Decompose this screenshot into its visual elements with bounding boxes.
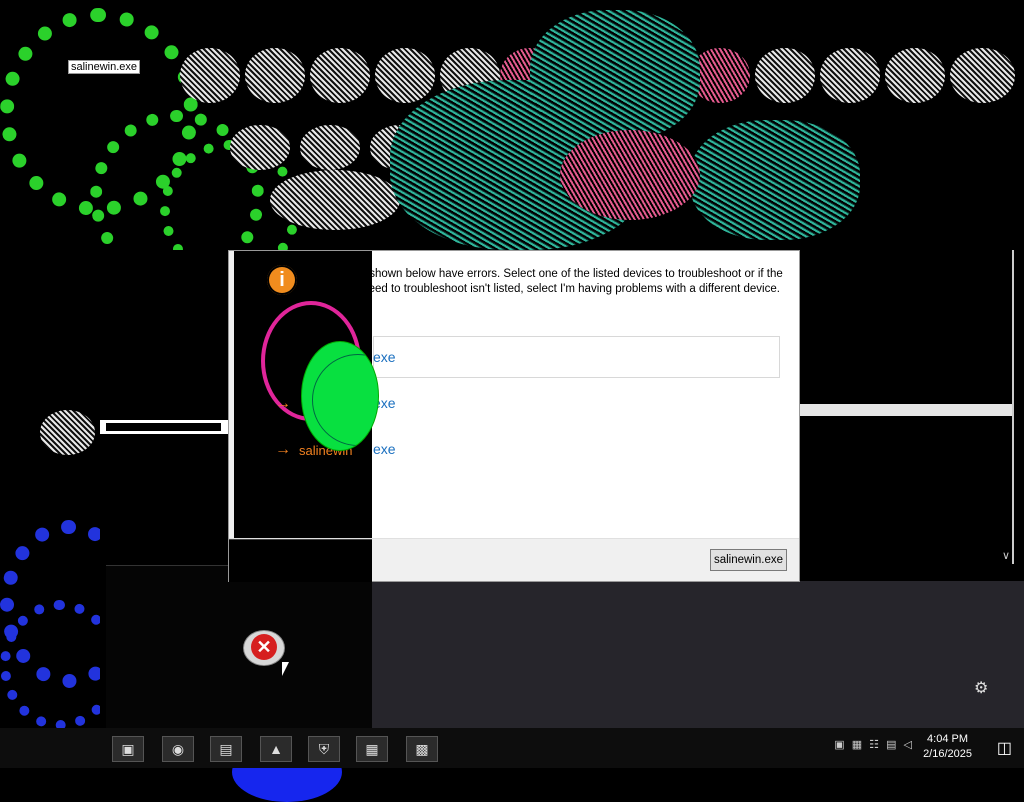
- taskbar-app-browser-icon[interactable]: ◉: [162, 736, 194, 762]
- arrow-right-icon: →: [275, 395, 291, 412]
- noise-oval: [375, 48, 435, 103]
- dialog-description: The devices shown below have errors. Sel…: [304, 268, 783, 295]
- teal-noise-blob: [530, 10, 700, 140]
- notification-icon[interactable]: ◫: [997, 738, 1012, 758]
- desktop-icon-label[interactable]: salinewin.exe: [68, 60, 141, 74]
- background-window-right: ∨: [798, 250, 1014, 564]
- noise-oval: [300, 125, 360, 170]
- noise-oval: [270, 170, 400, 230]
- footer-black-overlay: [229, 539, 372, 582]
- device-link[interactable]: exe: [373, 441, 396, 457]
- taskbar-app-security-icon[interactable]: ⛨: [308, 736, 340, 762]
- mouse-cursor-icon: [282, 662, 289, 676]
- dialog-footer: salinewin.exe: [229, 538, 799, 582]
- taskbar: ▣ ◉ ▤ ▲ ⛨ ▦ ▩ ▣ ▦ ☷ ▤ ◁ 4:04 PM 2/16/202…: [0, 728, 1024, 768]
- noise-oval: [180, 48, 240, 103]
- black-panel: [106, 565, 372, 729]
- taskbar-app-file-explorer-icon[interactable]: ▣: [112, 736, 144, 762]
- dialog-edge: [229, 251, 234, 581]
- window-glitch-bar: [100, 420, 230, 434]
- troubleshooter-dialog: i The devices shown below have errors. S…: [228, 250, 800, 582]
- device-list-item-selected[interactable]: [373, 336, 780, 378]
- noise-oval: [310, 48, 370, 103]
- system-tray-icons[interactable]: ▣ ▦ ☷ ▤ ◁: [834, 738, 914, 751]
- glitched-wallpaper: [0, 0, 1024, 455]
- noise-oval: [820, 48, 880, 103]
- taskbar-app-photos-icon[interactable]: ▩: [406, 736, 438, 762]
- teal-noise-blob: [690, 120, 860, 240]
- noise-oval: [885, 48, 945, 103]
- footer-button[interactable]: salinewin.exe: [709, 549, 787, 571]
- noise-oval: [245, 48, 305, 103]
- taskbar-app-window-manager-icon[interactable]: ▦: [356, 736, 388, 762]
- noise-oval: [950, 48, 1015, 103]
- taskbar-app-folder-icon[interactable]: ▲: [260, 736, 292, 762]
- green-ball-artifact: [301, 341, 379, 451]
- arrow-right-icon: →: [275, 441, 291, 458]
- clock[interactable]: 4:04 PM 2/16/2025: [923, 732, 972, 762]
- noise-oval: [560, 130, 700, 220]
- taskbar-app-screen-capture-icon[interactable]: ▤: [210, 736, 242, 762]
- gear-icon[interactable]: ⚙: [974, 678, 988, 698]
- window-glitch-band: [798, 404, 1012, 416]
- dark-window-area: [372, 581, 1024, 728]
- clock-date: 2/16/2025: [923, 748, 972, 760]
- clock-time: 4:04 PM: [927, 733, 969, 745]
- info-icon: i: [267, 265, 297, 295]
- noise-oval: [755, 48, 815, 103]
- scroll-down-icon[interactable]: ∨: [1002, 549, 1010, 562]
- error-icon: ✕: [243, 630, 285, 666]
- noise-oval: [230, 125, 290, 170]
